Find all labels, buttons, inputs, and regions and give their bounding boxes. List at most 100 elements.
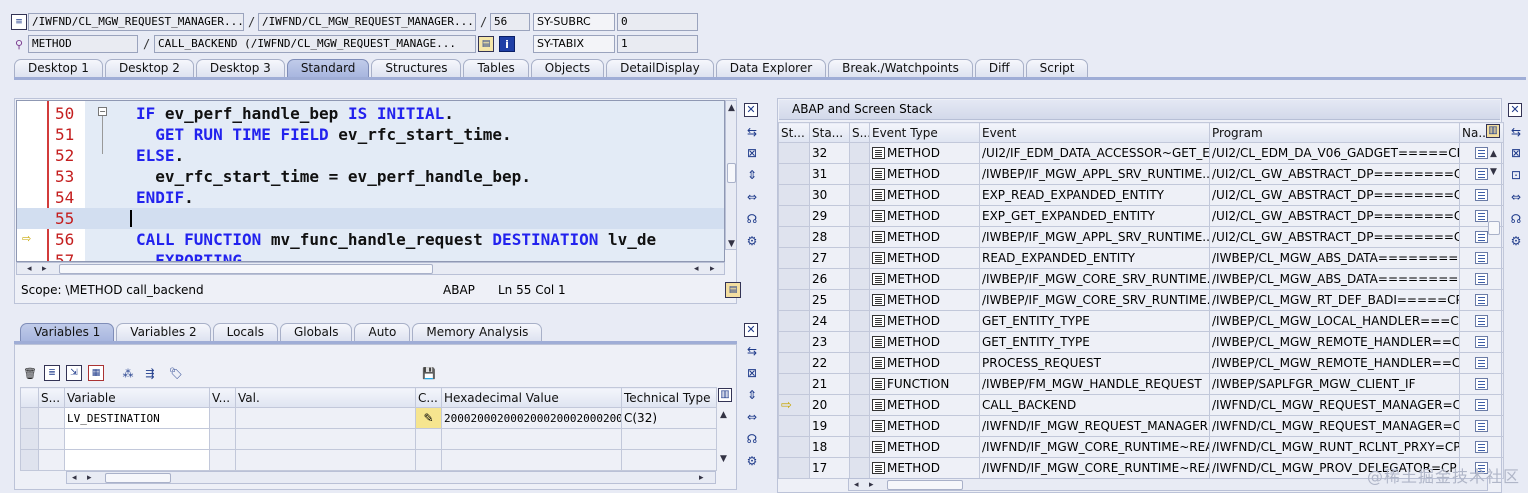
column-config-icon[interactable]: ▥ bbox=[1486, 124, 1500, 138]
stack-row[interactable]: 31 METHOD/IWBEP/IF_MGW_APPL_SRV_RUNTIME..… bbox=[778, 163, 1504, 185]
export-icon[interactable]: ▦ bbox=[88, 365, 104, 381]
import-icon[interactable]: ⇲ bbox=[66, 365, 82, 381]
col-c-header[interactable]: C... bbox=[415, 387, 442, 408]
tab-tables[interactable]: Tables bbox=[463, 59, 529, 77]
row-selector[interactable] bbox=[20, 407, 39, 429]
col-st-header[interactable]: St... bbox=[778, 122, 810, 143]
headset-icon[interactable]: ☊ bbox=[1508, 211, 1524, 227]
tab-memory-analysis[interactable]: Memory Analysis bbox=[412, 323, 543, 341]
hscroll-thumb[interactable] bbox=[887, 480, 963, 490]
stack-row[interactable]: 26 METHOD/IWBEP/IF_MGW_CORE_SRV_RUNTIME..… bbox=[778, 268, 1504, 290]
event-type-field[interactable]: METHOD bbox=[28, 35, 138, 53]
tab-data-explorer[interactable]: Data Explorer bbox=[715, 59, 827, 77]
tab-globals[interactable]: Globals bbox=[279, 323, 353, 341]
sysfield-name-2[interactable]: SY-TABIX bbox=[533, 35, 615, 53]
tab-variables-1[interactable]: Variables 1 bbox=[20, 323, 115, 341]
table-row[interactable] bbox=[20, 449, 717, 471]
scroll-right-icon[interactable]: ▸ bbox=[42, 264, 47, 274]
column-config-icon[interactable]: ▥ bbox=[718, 388, 732, 402]
tools-icon[interactable]: ⚙ bbox=[744, 233, 760, 249]
stack-vscrollbar[interactable]: ▲ ▼ bbox=[1486, 143, 1502, 473]
edit-pencil-icon[interactable]: ✎ bbox=[415, 407, 442, 429]
col-hex-header[interactable]: Hexadecimal Value bbox=[441, 387, 622, 408]
details-icon[interactable]: ≣ bbox=[44, 365, 60, 381]
headset-icon[interactable]: ☊ bbox=[744, 431, 760, 447]
col-event-type-header[interactable]: Event Type bbox=[869, 122, 980, 143]
variables-vscrollbar[interactable]: ▲ ▼ bbox=[716, 408, 732, 468]
scroll-left-icon[interactable]: ◂ bbox=[72, 473, 77, 483]
tag-icon[interactable]: 🏷 bbox=[168, 365, 184, 381]
col-s-header[interactable]: S... bbox=[849, 122, 870, 143]
tab-standard[interactable]: Standard bbox=[286, 59, 370, 77]
line-number-field[interactable]: 56 bbox=[490, 13, 530, 31]
close-icon[interactable]: ✕ bbox=[1508, 103, 1522, 117]
navigate-icon[interactable]: ▤ bbox=[478, 36, 494, 52]
col-level-header[interactable]: Sta... bbox=[809, 122, 850, 143]
scroll-right-icon[interactable]: ▸ bbox=[869, 480, 874, 490]
code-line[interactable]: 52 ELSE. bbox=[17, 145, 724, 166]
scroll-up-icon[interactable]: ▲ bbox=[1490, 149, 1497, 159]
tab-diff[interactable]: Diff bbox=[974, 59, 1024, 77]
source-editor[interactable]: 50 IF ev_perf_handle_bep IS INITIAL. 51 GE… bbox=[16, 100, 725, 262]
move-icon[interactable]: ⇶ bbox=[142, 365, 158, 381]
maximize-icon[interactable]: ⊠ bbox=[1508, 145, 1524, 161]
tab-variables-2[interactable]: Variables 2 bbox=[116, 323, 211, 341]
editor-vscrollbar[interactable]: ▲ ▼ bbox=[725, 100, 737, 250]
stack-row[interactable]: 25 METHOD/IWBEP/IF_MGW_CORE_SRV_RUNTIME..… bbox=[778, 289, 1504, 311]
tools-icon[interactable]: ⚙ bbox=[744, 453, 760, 469]
sysfield-name-1[interactable]: SY-SUBRC bbox=[533, 13, 615, 31]
code-line[interactable]: 55 bbox=[17, 208, 724, 229]
col-type-header[interactable]: Technical Type bbox=[621, 387, 717, 408]
scroll-left-icon[interactable]: ◂ bbox=[854, 480, 859, 490]
scroll-down-icon[interactable]: ▼ bbox=[1490, 167, 1497, 177]
stack-row[interactable]: 18 METHOD/IWFND/IF_MGW_CORE_RUNTIME~REA..… bbox=[778, 436, 1504, 458]
tab-desktop-2[interactable]: Desktop 2 bbox=[104, 59, 194, 77]
sysfield-value-2[interactable]: 1 bbox=[617, 35, 698, 53]
maximize-icon[interactable]: ⊠ bbox=[744, 365, 760, 381]
tab-structures[interactable]: Structures bbox=[371, 59, 462, 77]
scroll-thumb[interactable] bbox=[727, 163, 736, 183]
tab-detaildisplay[interactable]: DetailDisplay bbox=[606, 59, 714, 77]
maximize-icon[interactable]: ⊠ bbox=[744, 145, 760, 161]
new-tool-icon[interactable]: ⇆ bbox=[1508, 124, 1524, 140]
code-line[interactable]: 50 IF ev_perf_handle_bep IS INITIAL. bbox=[17, 103, 724, 124]
code-line[interactable]: 53 ev_rfc_start_time = ev_perf_handle_be… bbox=[17, 166, 724, 187]
expand-icon[interactable]: ⁂ bbox=[120, 365, 136, 381]
info-icon[interactable]: i bbox=[499, 36, 515, 52]
tab-desktop-1[interactable]: Desktop 1 bbox=[14, 59, 103, 77]
code-line[interactable]: 51 GET RUN TIME FIELD ev_rfc_start_time. bbox=[17, 124, 724, 145]
tab-desktop-3[interactable]: Desktop 3 bbox=[195, 59, 285, 77]
scroll-up-icon[interactable]: ▲ bbox=[728, 103, 735, 113]
stack-row[interactable]: 21 FUNCTION/IWBEP/FM_MGW_HANDLE_REQUEST/I… bbox=[778, 373, 1504, 395]
stack-row[interactable]: 22 METHOD PROCESS_REQUEST/IWBEP/CL_MGW_REM… bbox=[778, 352, 1504, 374]
stack-row[interactable]: 23 METHOD GET_ENTITY_TYPE/IWBEP/CL_MGW_REM… bbox=[778, 331, 1504, 353]
replace-tool-icon[interactable]: ⇆ bbox=[744, 124, 760, 140]
col-value-header[interactable]: Val. bbox=[235, 387, 416, 408]
variables-hscrollbar[interactable]: ◂ ▸ ▸ bbox=[66, 471, 716, 484]
col-variable-header[interactable]: Variable bbox=[64, 387, 210, 408]
program-field-1[interactable]: /IWFND/CL_MGW_REQUEST_MANAGER... bbox=[28, 13, 244, 31]
editor-hscrollbar[interactable]: ◂ ▸ ◂ ▸ bbox=[16, 262, 725, 275]
scroll-right-icon[interactable]: ▸ bbox=[699, 473, 704, 483]
hscroll-thumb[interactable] bbox=[105, 473, 171, 483]
tab-objects[interactable]: Objects bbox=[530, 59, 605, 77]
delete-icon[interactable]: 🗑 bbox=[22, 365, 38, 381]
horizontal-split-icon[interactable]: ⇔ bbox=[1508, 189, 1524, 205]
scroll-down-icon[interactable]: ▼ bbox=[720, 454, 727, 464]
event-field[interactable]: CALL_BACKEND (/IWFND/CL_MGW_REQUEST_MANA… bbox=[154, 35, 476, 53]
scroll-up-icon[interactable]: ▲ bbox=[720, 410, 727, 420]
collapse-icon[interactable]: − bbox=[98, 107, 107, 116]
horizontal-split-icon[interactable]: ⇔ bbox=[744, 409, 760, 425]
vscroll-thumb[interactable] bbox=[1488, 221, 1500, 235]
cell-variable[interactable]: LV_DESTINATION bbox=[64, 407, 210, 429]
table-row[interactable]: LV_DESTINATION ✎ 20002000200020002000200… bbox=[20, 407, 717, 429]
stack-row[interactable]: 27 METHOD READ_EXPANDED_ENTITY/IWBEP/CL_MG… bbox=[778, 247, 1504, 269]
vertical-split-icon[interactable]: ⇕ bbox=[744, 167, 760, 183]
col-event-header[interactable]: Event bbox=[979, 122, 1210, 143]
stack-row[interactable]: 32 METHOD/UI2/IF_EDM_DATA_ACCESSOR~GET_E.… bbox=[778, 142, 1504, 164]
scroll-down-icon[interactable]: ▼ bbox=[728, 239, 735, 249]
close-icon[interactable]: ✕ bbox=[744, 103, 758, 117]
scroll-right-icon[interactable]: ▸ bbox=[710, 264, 715, 274]
sysfield-value-1[interactable]: 0 bbox=[617, 13, 698, 31]
horizontal-split-icon[interactable]: ⇔ bbox=[744, 189, 760, 205]
